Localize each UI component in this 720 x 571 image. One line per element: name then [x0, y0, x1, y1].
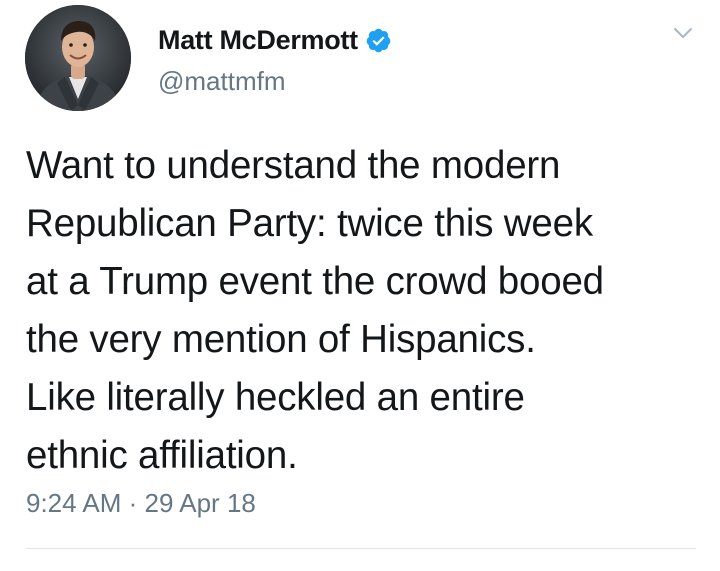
chevron-down-icon[interactable]: [672, 22, 694, 44]
avatar[interactable]: [25, 5, 131, 111]
tweet-line: at a Trump event the crowd booed: [26, 260, 604, 303]
avatar-photo: [25, 5, 131, 111]
timestamp-separator: ·: [128, 488, 138, 518]
tweet-date: 29 Apr 18: [144, 488, 256, 518]
tweet-line: Republican Party: twice this week: [26, 202, 593, 245]
user-name-row[interactable]: Matt McDermott: [158, 22, 392, 58]
tweet-line: Like literally heckled an entire: [26, 376, 525, 419]
tweet-line: ethnic affiliation.: [26, 434, 298, 477]
tweet-line: the very mention of Hispanics.: [26, 318, 536, 361]
tweet-time: 9:24 AM: [26, 488, 122, 518]
tweet-line: Want to understand the modern: [26, 144, 561, 187]
tweet-card: Matt McDermott @mattmfm Want to understa…: [0, 0, 720, 571]
timestamp[interactable]: 9:24 AM · 29 Apr 18: [26, 488, 256, 519]
tweet-text: Want to understand the modern Republican…: [26, 137, 706, 485]
display-name[interactable]: Matt McDermott: [158, 25, 358, 56]
user-handle[interactable]: @mattmfm: [158, 66, 286, 97]
divider: [26, 548, 696, 549]
verified-badge-icon: [365, 27, 392, 54]
